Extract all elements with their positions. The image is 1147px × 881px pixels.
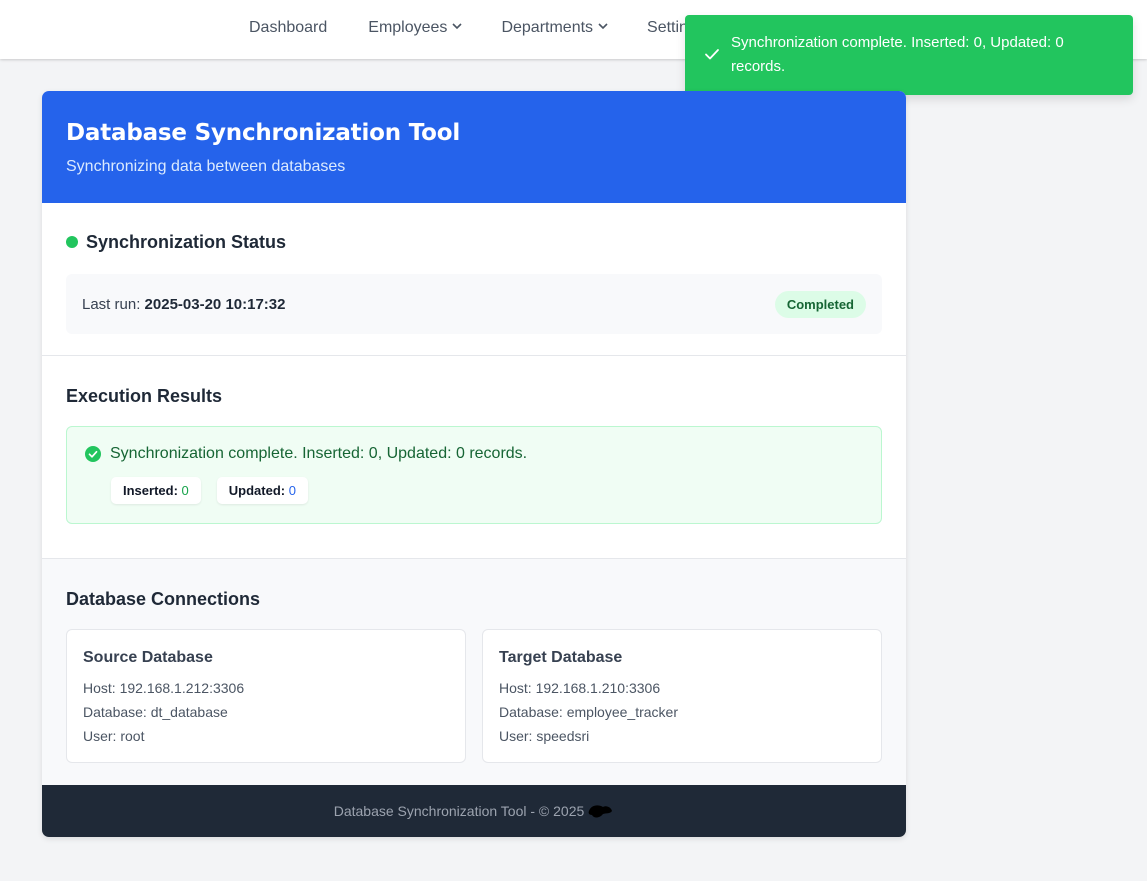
nav-item-dashboard[interactable]: Dashboard: [249, 19, 327, 37]
connections-title: Database Connections: [66, 588, 261, 609]
result-stats: Inserted: 0 Updated: 0: [111, 477, 863, 504]
source-db-name: Database: dt_database: [83, 704, 228, 720]
results-section: Execution Results Synchronization comple…: [42, 356, 906, 559]
status-heading: Synchronization Status: [66, 230, 882, 254]
source-db-user: User: root: [83, 728, 145, 744]
toast-message: Synchronization complete. Inserted: 0, U…: [731, 34, 1064, 75]
nav-item-label: Employees: [368, 19, 448, 36]
result-message-row: Synchronization complete. Inserted: 0, U…: [85, 445, 863, 463]
status-dot-icon: [66, 236, 78, 248]
target-db-user: User: speedsri: [499, 728, 590, 744]
source-db-host: Host: 192.168.1.212:3306: [83, 680, 245, 696]
card-header: Database Synchronization Tool Synchroniz…: [42, 91, 906, 203]
results-title: Execution Results: [66, 385, 223, 406]
result-alert: Synchronization complete. Inserted: 0, U…: [66, 426, 882, 524]
target-db-title: Target Database: [499, 649, 623, 666]
target-db-name: Database: employee_tracker: [499, 704, 678, 720]
source-db-title: Source Database: [83, 649, 213, 666]
inserted-value: 0: [181, 483, 189, 498]
last-run-box: Last run: 2025-03-20 10:17:32 Completed: [66, 274, 882, 334]
redaction-scribble-icon: [588, 805, 613, 818]
updated-label: Updated:: [228, 483, 286, 498]
status-section: Synchronization Status Last run: 2025-03…: [42, 203, 906, 356]
success-toast[interactable]: Synchronization complete. Inserted: 0, U…: [685, 15, 1133, 95]
last-run-label: Last run:: [82, 295, 141, 313]
result-message: Synchronization complete. Inserted: 0, U…: [110, 445, 528, 462]
target-db-card: Target Database Host: 192.168.1.210:3306…: [482, 629, 882, 763]
page-title: Database Synchronization Tool: [66, 120, 461, 146]
nav-item-label: Departments: [501, 19, 594, 36]
connections-section: Database Connections Source Database Hos…: [42, 559, 906, 786]
updated-value: 0: [288, 483, 296, 498]
inserted-label: Inserted:: [123, 483, 178, 498]
connections-grid: Source Database Host: 192.168.1.212:3306…: [66, 629, 882, 763]
target-db-host: Host: 192.168.1.210:3306: [499, 680, 661, 696]
page-subtitle: Synchronizing data between databases: [66, 158, 346, 175]
inserted-stat: Inserted: 0: [111, 477, 201, 504]
status-title: Synchronization Status: [86, 231, 287, 252]
nav-item-employees[interactable]: Employees: [368, 19, 463, 37]
check-circle-icon: [85, 446, 101, 462]
check-icon: [705, 49, 719, 60]
status-badge: Completed: [774, 290, 866, 318]
nav-item-departments[interactable]: Departments: [501, 19, 608, 37]
last-run: Last run: 2025-03-20 10:17:32: [82, 296, 286, 313]
nav-links: Dashboard Employees Departments Settings: [249, 0, 746, 56]
sync-tool-card: Database Synchronization Tool Synchroniz…: [42, 91, 906, 837]
last-run-value: 2025-03-20 10:17:32: [144, 295, 286, 313]
chevron-down-icon: [452, 22, 463, 30]
updated-stat: Updated: 0: [216, 477, 308, 504]
footer-text: Database Synchronization Tool - © 2025: [333, 803, 585, 819]
nav-item-label: Dashboard: [249, 19, 328, 36]
card-footer: Database Synchronization Tool - © 2025: [42, 785, 906, 837]
chevron-down-icon: [598, 22, 608, 30]
source-db-card: Source Database Host: 192.168.1.212:3306…: [66, 629, 466, 763]
